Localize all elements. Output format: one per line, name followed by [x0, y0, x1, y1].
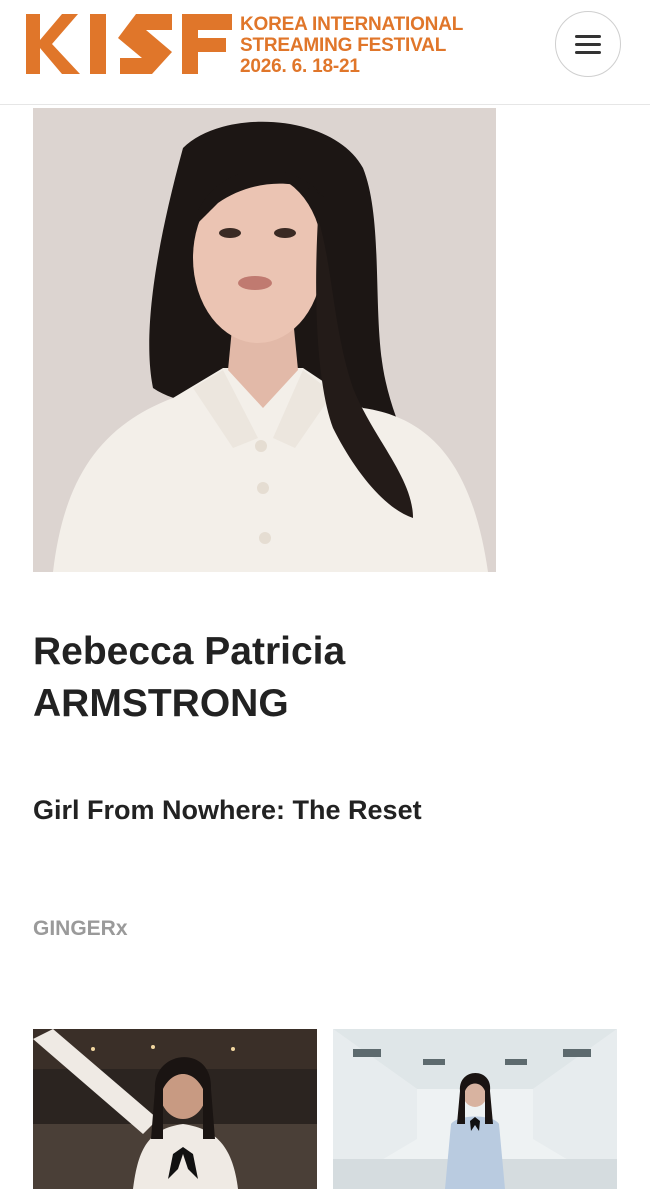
festival-name-line1: KOREA INTERNATIONAL: [240, 14, 464, 35]
menu-button[interactable]: [555, 11, 621, 77]
still-image-theater[interactable]: [33, 1029, 317, 1189]
kisf-logo[interactable]: [26, 12, 232, 78]
profile-photo: [33, 108, 496, 572]
still-image-hall[interactable]: [333, 1029, 617, 1189]
festival-wordmark: KOREA INTERNATIONAL STREAMING FESTIVAL 2…: [240, 14, 463, 77]
festival-name-line2: STREAMING FESTIVAL: [240, 35, 447, 56]
work-title: Girl From Nowhere: The Reset: [33, 795, 422, 825]
company-name: GINGERx: [33, 917, 128, 940]
hamburger-icon: [575, 30, 601, 59]
person-name: Rebecca Patricia ARMSTRONG: [33, 630, 346, 725]
site-header: KOREA INTERNATIONAL STREAMING FESTIVAL 2…: [0, 0, 650, 105]
festival-dates: 2026. 6. 18-21: [240, 56, 360, 77]
